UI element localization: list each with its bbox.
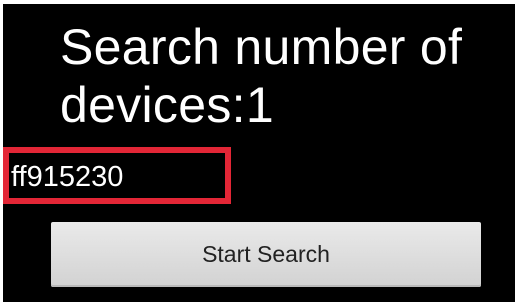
start-search-button[interactable]: Start Search — [51, 222, 481, 287]
device-count-heading: Search number of devices:1 — [60, 19, 463, 133]
screenshot-frame: Search number of devices:1 ff915230 Star… — [0, 0, 521, 306]
device-id-text[interactable]: ff915230 — [11, 160, 123, 194]
app-screen: Search number of devices:1 ff915230 Star… — [3, 4, 515, 302]
